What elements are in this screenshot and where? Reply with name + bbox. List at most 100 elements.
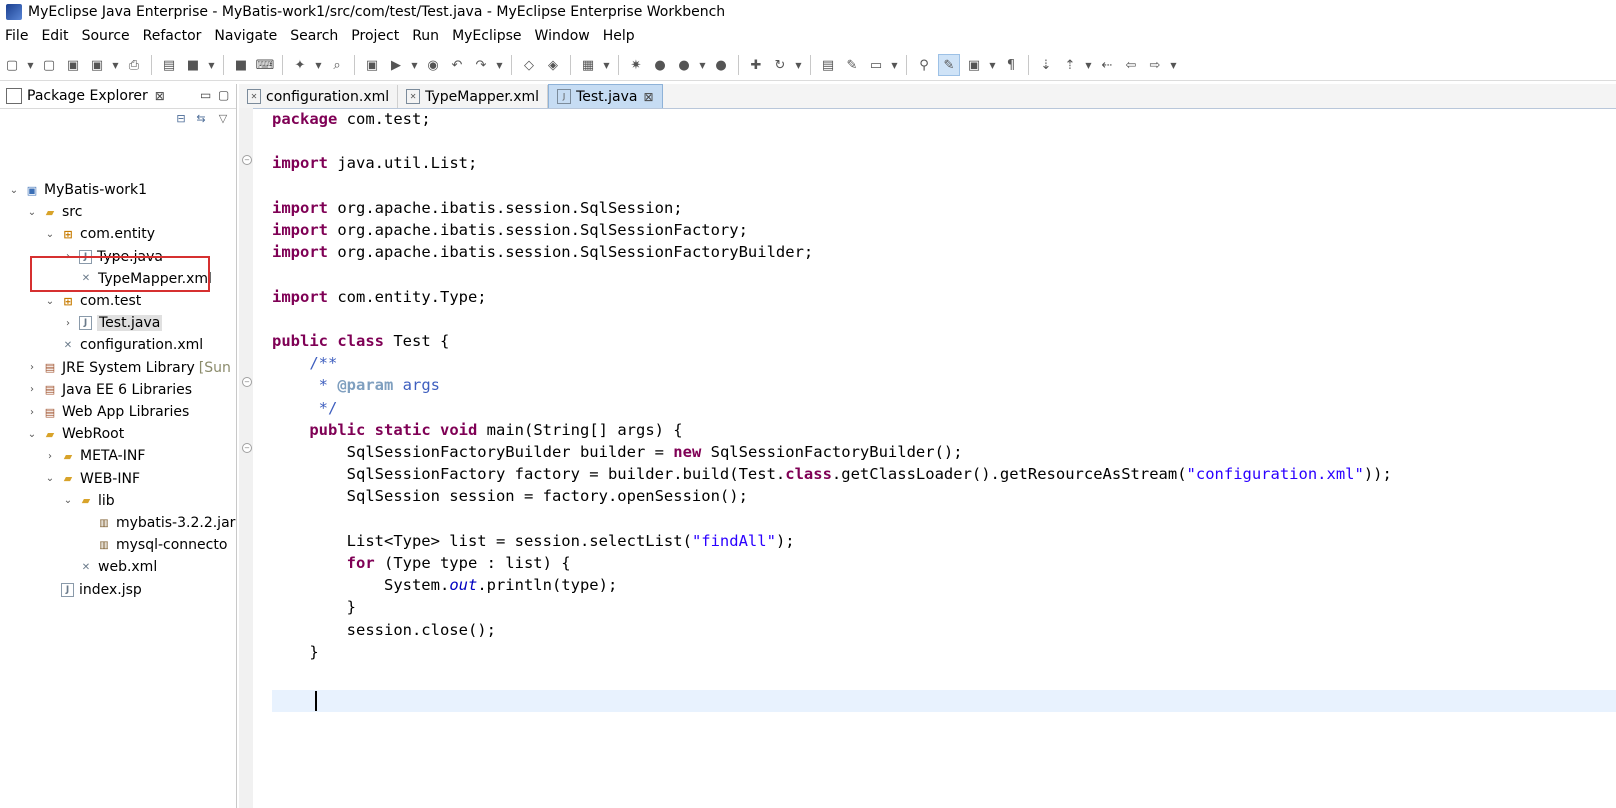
print-icon[interactable]: ⎙ <box>124 55 144 75</box>
tree-item[interactable]: › ▤ JRE System Library [Sun <box>26 357 231 379</box>
open-browser-icon[interactable]: ◉ <box>423 55 443 75</box>
forward-nav-icon[interactable]: ⇨ <box>1145 55 1165 75</box>
menu-run[interactable]: Run <box>407 28 447 44</box>
dropdown-arrow-icon[interactable]: ▼ <box>410 55 419 75</box>
save-all-icon[interactable]: ▣ <box>87 55 107 75</box>
menu-myeclipse[interactable]: MyEclipse <box>447 28 529 44</box>
dropdown-arrow-icon[interactable]: ▼ <box>26 55 35 75</box>
tree-item[interactable]: ⌄ ▰ WebRoot <box>26 423 124 445</box>
last-edit-icon[interactable]: ⇠ <box>1097 55 1117 75</box>
tree-item[interactable]: ⌄ ▰ lib <box>62 490 115 512</box>
tree-item[interactable]: ⌄ ⊞ com.test <box>44 290 141 312</box>
dropdown-arrow-icon[interactable]: ▼ <box>1084 55 1093 75</box>
servers-icon[interactable]: ◈ <box>543 55 563 75</box>
tab-test-java[interactable]: J Test.java ⊠ <box>548 84 663 108</box>
dropdown-arrow-icon[interactable]: ▼ <box>111 55 120 75</box>
dropdown-arrow-icon[interactable]: ▼ <box>1169 55 1178 75</box>
tree-item[interactable]: › ▤ Java EE 6 Libraries <box>26 379 192 401</box>
refresh-icon[interactable]: ↻ <box>770 55 790 75</box>
chevron-down-icon[interactable]: ⌄ <box>8 185 20 196</box>
fold-toggle-icon[interactable]: − <box>242 377 252 387</box>
tree-item[interactable]: ⌄ ▰ src <box>26 201 83 223</box>
link-with-editor-icon[interactable]: ⇆ <box>194 112 208 126</box>
forward-icon[interactable]: ↷ <box>471 55 491 75</box>
menu-source[interactable]: Source <box>77 28 138 44</box>
back-nav-icon[interactable]: ⇦ <box>1121 55 1141 75</box>
save-icon[interactable]: ▣ <box>63 55 83 75</box>
menu-help[interactable]: Help <box>598 28 643 44</box>
open-type-icon[interactable]: ■ <box>183 55 203 75</box>
back-icon[interactable]: ↶ <box>447 55 467 75</box>
folder-open-icon[interactable]: ▭ <box>866 55 886 75</box>
debug-icon[interactable]: ✷ <box>626 55 646 75</box>
menu-window[interactable]: Window <box>530 28 598 44</box>
chevron-down-icon[interactable]: ⌄ <box>62 495 74 506</box>
tree-item[interactable]: ▥ mybatis-3.2.2.jar <box>80 512 235 534</box>
next-annotation-icon[interactable]: ⇣ <box>1036 55 1056 75</box>
search-icon[interactable]: ⌕ <box>327 55 347 75</box>
fold-toggle-icon[interactable]: − <box>242 155 252 165</box>
chevron-down-icon[interactable]: ⌄ <box>44 296 56 307</box>
prev-annotation-icon[interactable]: ⇡ <box>1060 55 1080 75</box>
close-icon[interactable]: ⊠ <box>155 89 165 103</box>
dropdown-arrow-icon[interactable]: ▼ <box>698 55 707 75</box>
tree-item[interactable]: ⌄ ▣ MyBatis-work1 <box>8 179 147 201</box>
dropdown-arrow-icon[interactable]: ▼ <box>495 55 504 75</box>
new-java-project-icon[interactable]: ✦ <box>290 55 310 75</box>
deploy-icon[interactable]: ▣ <box>362 55 382 75</box>
tree-item[interactable]: ✕ configuration.xml <box>44 334 203 356</box>
chevron-down-icon[interactable]: ⌄ <box>44 229 56 240</box>
close-icon[interactable]: ⊠ <box>643 90 653 104</box>
dropdown-arrow-icon[interactable]: ▼ <box>988 55 997 75</box>
dropdown-arrow-icon[interactable]: ▼ <box>207 55 216 75</box>
block-selection-icon[interactable]: ▣ <box>964 55 984 75</box>
chevron-right-icon[interactable]: › <box>26 384 38 395</box>
run-icon[interactable]: ● <box>650 55 670 75</box>
screenshot-icon[interactable]: ▦ <box>578 55 598 75</box>
menu-project[interactable]: Project <box>346 28 407 44</box>
tree-item[interactable]: ⌄ ▰ WEB-INF <box>44 468 140 490</box>
view-menu-icon[interactable]: ▽ <box>216 112 230 126</box>
chevron-down-icon[interactable]: ⌄ <box>44 473 56 484</box>
tree-item[interactable]: › ▤ Web App Libraries <box>26 401 189 423</box>
tab-configuration-xml[interactable]: ✕ configuration.xml <box>239 85 399 108</box>
chevron-right-icon[interactable]: › <box>62 318 74 329</box>
chevron-down-icon[interactable]: ⌄ <box>26 429 38 440</box>
tab-package-explorer[interactable]: Package Explorer ⊠ <box>0 84 171 108</box>
fold-toggle-icon[interactable]: − <box>242 443 252 453</box>
new-dropdown-icon[interactable]: ▢ <box>39 55 59 75</box>
minimize-icon[interactable]: ▭ <box>200 88 211 102</box>
dropdown-arrow-icon[interactable]: ▼ <box>794 55 803 75</box>
tree-item[interactable]: ✕ web.xml <box>62 556 157 578</box>
tree-item[interactable]: › J Test.java <box>62 312 163 334</box>
collapse-all-icon[interactable]: ⊟ <box>174 112 188 126</box>
menu-refactor[interactable]: Refactor <box>138 28 210 44</box>
run-config-icon[interactable]: ● <box>674 55 694 75</box>
maximize-icon[interactable]: ▢ <box>218 88 229 102</box>
open-folder-icon[interactable]: ▤ <box>818 55 838 75</box>
brush-icon[interactable]: ✎ <box>842 55 862 75</box>
keyboard-icon[interactable]: ⌨ <box>255 55 275 75</box>
tree-item[interactable]: › ▰ META-INF <box>44 445 145 467</box>
new-icon[interactable]: ▢ <box>2 55 22 75</box>
menu-search[interactable]: Search <box>285 28 346 44</box>
new-package-icon[interactable]: ✚ <box>746 55 766 75</box>
external-tools-icon[interactable]: ● <box>711 55 731 75</box>
task-icon[interactable]: ◇ <box>519 55 539 75</box>
tree-item[interactable]: Jindex.jsp <box>44 579 142 601</box>
run-server-icon[interactable]: ▶ <box>386 55 406 75</box>
chevron-down-icon[interactable]: ⌄ <box>26 207 38 218</box>
dropdown-arrow-icon[interactable]: ▼ <box>890 55 899 75</box>
new-wizard-icon[interactable]: ▤ <box>159 55 179 75</box>
dropdown-arrow-icon[interactable]: ▼ <box>314 55 323 75</box>
mark-occurrences-icon[interactable]: ✎ <box>938 54 960 76</box>
show-whitespace-icon[interactable]: ¶ <box>1001 55 1021 75</box>
tree-item[interactable]: ▥ mysql-connecto <box>80 534 227 556</box>
toggle-icon[interactable]: ⚲ <box>914 55 934 75</box>
menu-navigate[interactable]: Navigate <box>209 28 285 44</box>
tab-typemapper-xml[interactable]: ✕ TypeMapper.xml <box>398 85 549 108</box>
dropdown-arrow-icon[interactable]: ▼ <box>602 55 611 75</box>
chevron-right-icon[interactable]: › <box>26 407 38 418</box>
menu-edit[interactable]: Edit <box>36 28 76 44</box>
chevron-right-icon[interactable]: › <box>26 362 38 373</box>
